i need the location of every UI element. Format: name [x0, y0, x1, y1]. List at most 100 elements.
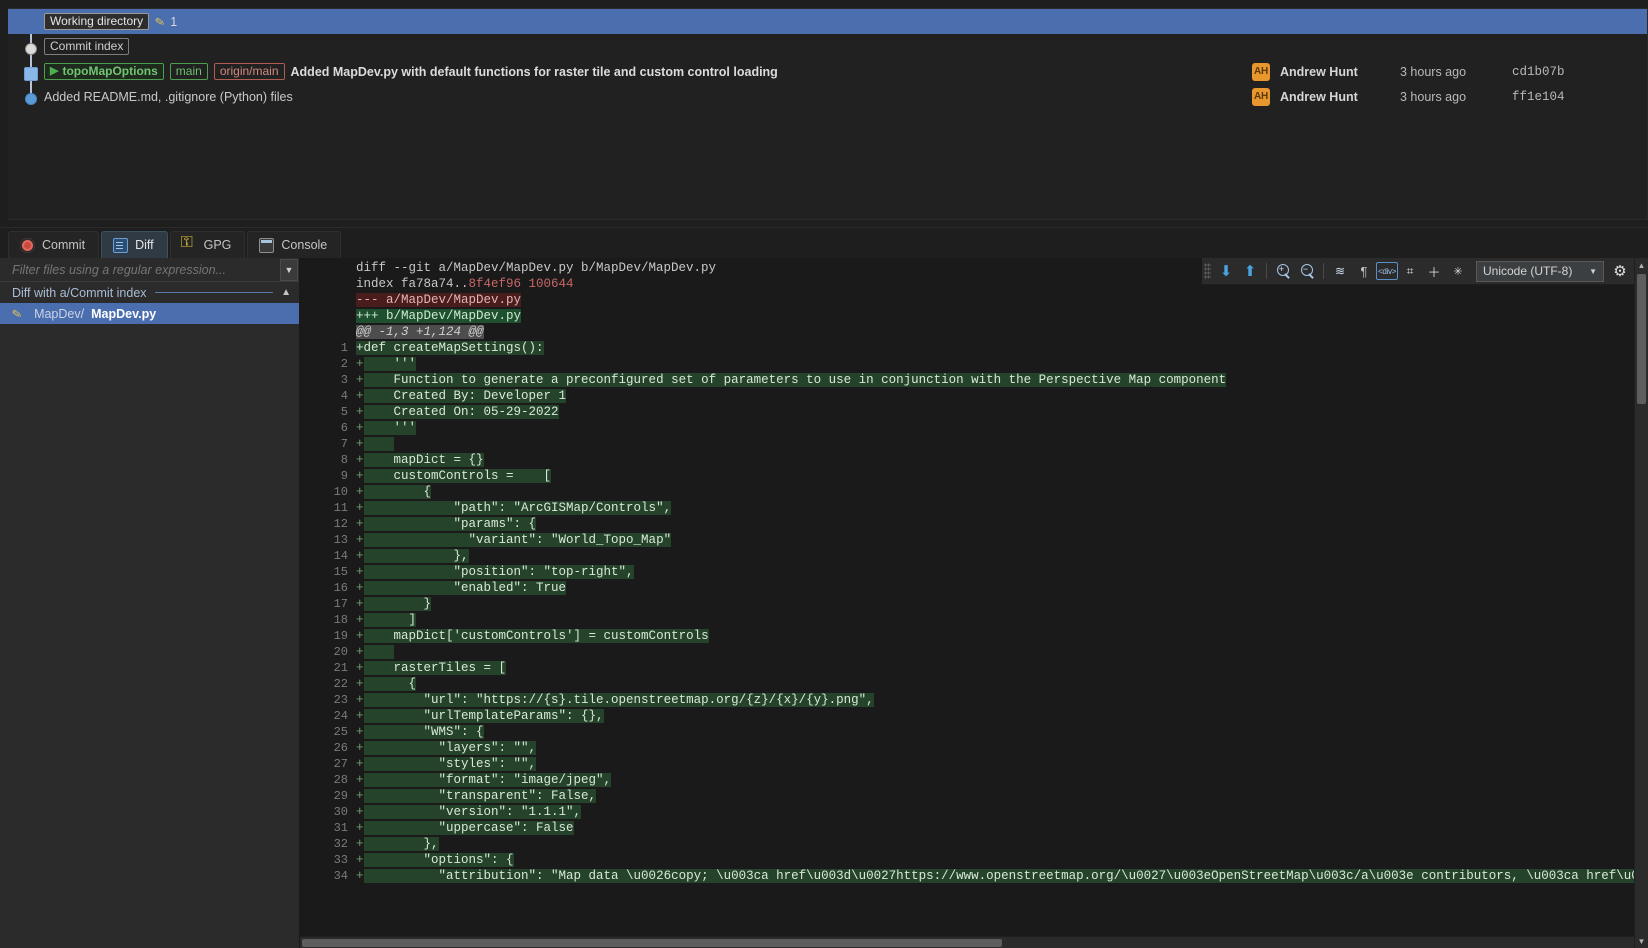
line-content: + "WMS": { — [356, 725, 484, 739]
diff-added-line: 21 + rasterTiles = [ — [300, 660, 1648, 676]
tab-console[interactable]: Console — [247, 231, 342, 258]
diff-vertical-scrollbar[interactable]: ▲ ▼ — [1634, 258, 1648, 948]
commit-meta: AH Andrew Hunt 3 hours ago ff1e104 — [1252, 87, 1565, 106]
line-number: 3 — [340, 373, 348, 387]
tab-label: Console — [281, 238, 328, 252]
encoding-select[interactable]: Unicode (UTF-8) ▼ — [1476, 260, 1604, 282]
line-number: 18 — [333, 613, 348, 627]
line-number: 13 — [333, 533, 348, 547]
line-content: + — [356, 644, 394, 660]
diff-scroll-area[interactable]: diff --git a/MapDev/MapDev.py b/MapDev/M… — [300, 258, 1648, 948]
diff-added-line: 19 + mapDict['customControls'] = customCo… — [300, 628, 1648, 644]
line-content: + "position": "top-right", — [356, 565, 634, 579]
line-number: 1 — [340, 341, 348, 355]
commit-subject: Added README.md, .gitignore (Python) fil… — [44, 89, 293, 104]
diff-added-line: 4 + Created By: Developer 1 — [300, 388, 1648, 404]
line-number: 8 — [340, 453, 348, 467]
diff-added-line: 14 + }, — [300, 548, 1648, 564]
chevron-up-icon[interactable]: ▲ — [281, 287, 291, 298]
branch-tag-label: topoMapOptions — [62, 63, 158, 78]
line-content: + }, — [356, 549, 469, 563]
diff-added-line: 15 + "position": "top-right", — [300, 564, 1648, 580]
line-content: + "options": { — [356, 853, 514, 867]
scrollbar-down-icon[interactable]: ▼ — [1635, 934, 1648, 948]
scrollbar-thumb-horizontal[interactable] — [302, 939, 1002, 947]
diff-added-line: 34 + "attribution": "Map data \u0026copy;… — [300, 868, 1648, 884]
line-content: + "urlTemplateParams": {}, — [356, 709, 604, 723]
line-content: + ''' — [356, 421, 417, 435]
commit-row-head[interactable]: ▶ topoMapOptions main origin/main Added … — [8, 59, 1647, 84]
file-dir: MapDev/ — [34, 306, 85, 321]
diff-old-file-line: --- a/MapDev/MapDev.py — [300, 292, 1648, 308]
filter-dropdown-button[interactable]: ▼ — [280, 258, 298, 281]
diff-added-line: 27 + "styles": "", — [300, 756, 1648, 772]
diff-added-line: 23 + "url": "https://{s}.tile.openstreetm… — [300, 692, 1648, 708]
filter-input[interactable] — [10, 261, 280, 278]
commit-row-initial[interactable]: Added README.md, .gitignore (Python) fil… — [8, 84, 1647, 109]
line-number: 4 — [340, 389, 348, 403]
plus-icon[interactable]: ＋ — [1422, 259, 1446, 283]
scroll-up-button[interactable]: ⬆ — [1238, 259, 1262, 283]
gear-icon[interactable]: ⚙ — [1608, 259, 1632, 283]
pilcrow-icon[interactable]: ¶ — [1352, 259, 1376, 283]
commit-row-commit-index[interactable]: Commit index — [8, 34, 1647, 59]
line-content: + "url": "https://{s}.tile.openstreetmap… — [356, 693, 874, 707]
branch-tag-origin-main[interactable]: origin/main — [213, 63, 285, 80]
diff-added-line: 16 + "enabled": True — [300, 580, 1648, 596]
pencil-icon: ✎ — [10, 305, 24, 322]
diff-added-line: 9 + customControls = [ — [300, 468, 1648, 484]
tab-commit[interactable]: Commit — [8, 231, 100, 258]
line-content: + } — [356, 597, 432, 611]
line-number: 6 — [340, 421, 348, 435]
line-content: --- a/MapDev/MapDev.py — [356, 293, 522, 307]
scroll-down-button[interactable]: ⬇ — [1214, 259, 1238, 283]
branch-tag-topomapoptions[interactable]: ▶ topoMapOptions — [44, 63, 164, 80]
line-number: 17 — [333, 597, 348, 611]
html-tag-icon[interactable]: <div> — [1376, 262, 1398, 280]
file-list-item-mapdev[interactable]: ✎ MapDev/MapDev.py — [0, 303, 299, 324]
diff-section-label: Diff with a/Commit index — [12, 285, 147, 300]
line-number: 9 — [340, 469, 348, 483]
commit-row-working-directory[interactable]: Working directory ✎ 1 — [8, 9, 1647, 34]
diff-added-line: 6 + ''' — [300, 420, 1648, 436]
line-content: + mapDict = {} — [356, 453, 484, 467]
diff-added-line: 25 + "WMS": { — [300, 724, 1648, 740]
whitespace-icon[interactable]: ⌗ — [1398, 259, 1422, 283]
line-number: 21 — [333, 661, 348, 675]
line-content: + mapDict['customControls'] = customCont… — [356, 629, 709, 643]
commit-graph-list: Working directory ✎ 1 Commit index ▶ top… — [8, 8, 1648, 220]
line-content: + }, — [356, 837, 439, 851]
line-content: + rasterTiles = [ — [356, 661, 507, 675]
word-wrap-icon[interactable]: ≋ — [1328, 259, 1352, 283]
scrollbar-thumb[interactable] — [1637, 274, 1646, 404]
diff-horizontal-scrollbar[interactable] — [300, 936, 1634, 948]
diff-added-line: 7 + — [300, 436, 1648, 452]
diff-added-line: 12 + "params": { — [300, 516, 1648, 532]
diff-section-header[interactable]: Diff with a/Commit index ▲ — [0, 282, 299, 303]
toolbar-grip[interactable] — [1204, 263, 1211, 279]
line-content: + "format": "image/jpeg", — [356, 773, 612, 787]
avatar: AH — [1252, 87, 1270, 106]
scrollbar-up-icon[interactable]: ▲ — [1635, 258, 1648, 272]
line-number: 27 — [333, 757, 348, 771]
diff-added-line: 2 + ''' — [300, 356, 1648, 372]
asterisk-icon[interactable]: ✳ — [1446, 259, 1470, 283]
zoom-in-button[interactable]: + — [1271, 259, 1295, 283]
key-icon — [181, 234, 197, 253]
line-number: 29 — [333, 789, 348, 803]
working-directory-tag: Working directory — [44, 13, 150, 30]
zoom-out-button[interactable]: − — [1295, 259, 1319, 283]
tab-diff[interactable]: Diff — [101, 231, 168, 258]
line-content: @@ -1,3 +1,124 @@ — [356, 325, 484, 339]
diff-added-line: 3 + Function to generate a preconfigured … — [300, 372, 1648, 388]
branch-tag-main[interactable]: main — [169, 63, 208, 80]
tab-gpg[interactable]: GPG — [169, 231, 246, 258]
diff-code: diff --git a/MapDev/MapDev.py b/MapDev/M… — [300, 258, 1648, 884]
commit-subject: Added MapDev.py with default functions f… — [290, 64, 778, 79]
diff-added-line: 33 + "options": { — [300, 852, 1648, 868]
commit-time: 3 hours ago — [1400, 64, 1467, 79]
line-number: 24 — [333, 709, 348, 723]
diff-added-line: 10 + { — [300, 484, 1648, 500]
diff-added-line: 13 + "variant": "World_Topo_Map" — [300, 532, 1648, 548]
commit-meta: AH Andrew Hunt 3 hours ago cd1b07b — [1252, 62, 1565, 81]
